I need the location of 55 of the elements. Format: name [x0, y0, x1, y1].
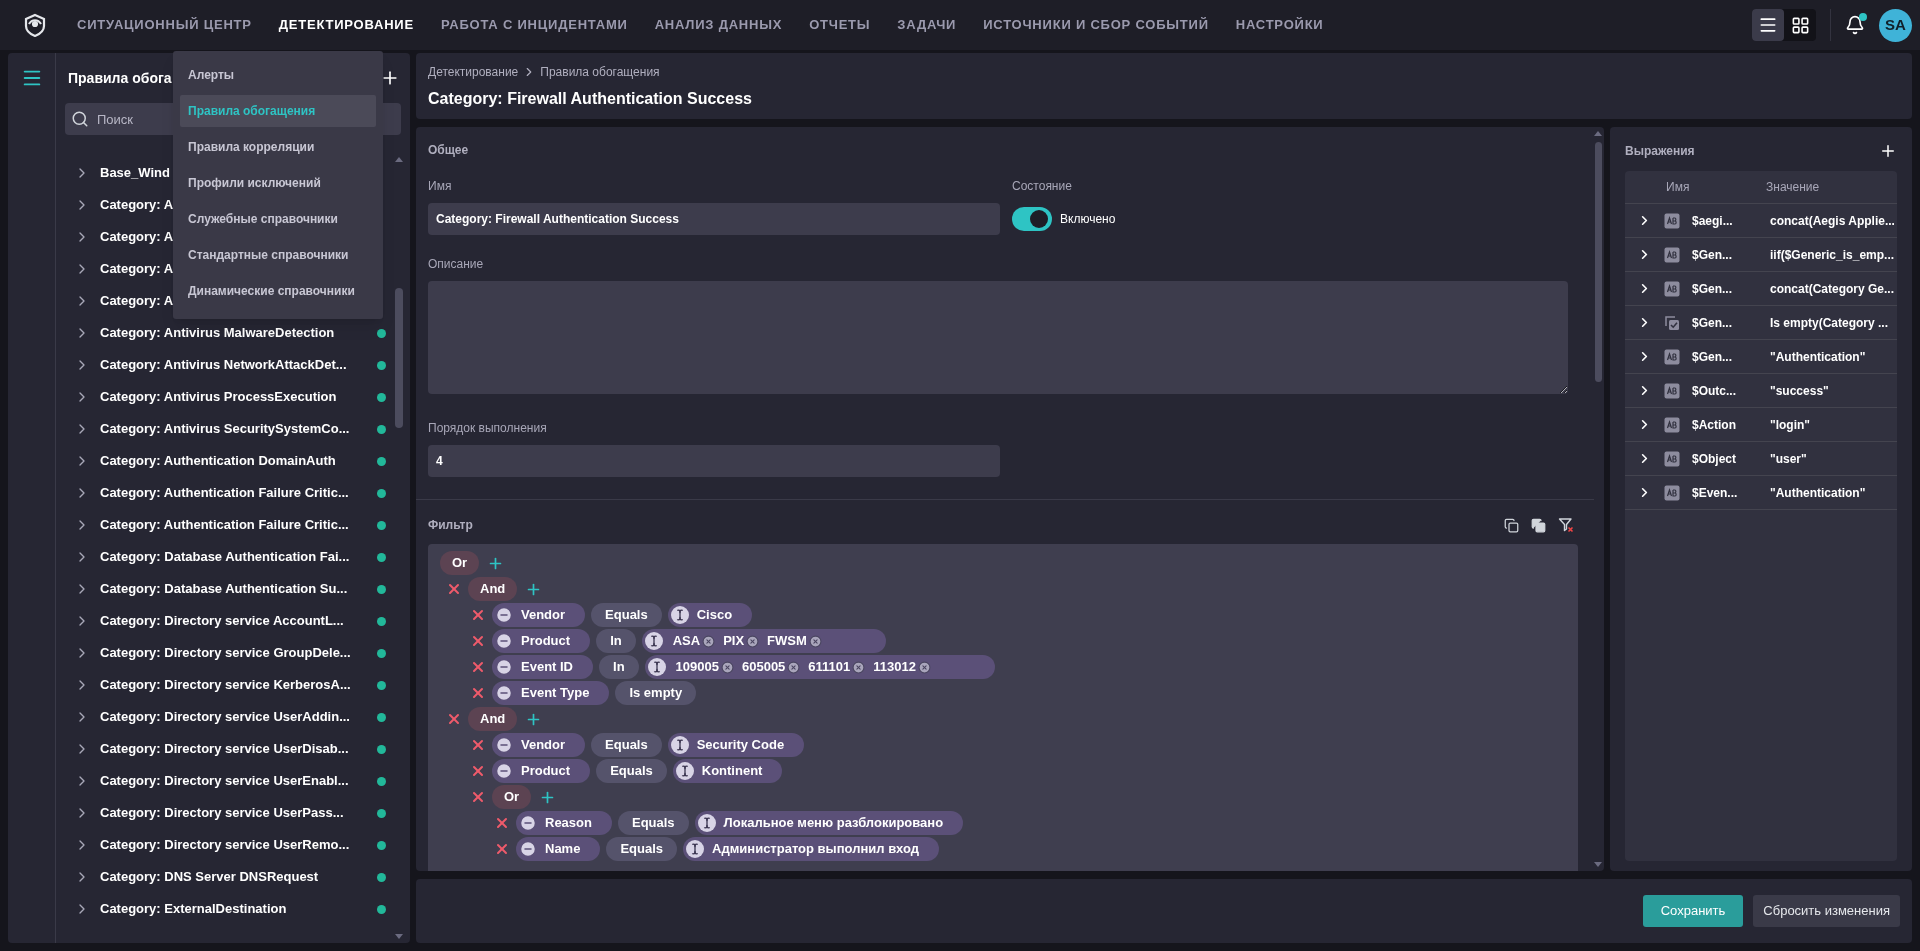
- rule-name: Category: A: [100, 228, 174, 247]
- rule-name: Category: Antivirus ProcessExecution: [100, 388, 337, 407]
- column-header: Значение: [1766, 179, 1820, 196]
- expression-name: $Object: [1692, 450, 1737, 468]
- rule-name: Category: Authentication Failure Critic...: [100, 516, 349, 535]
- sidebar-title: Правила обога: [68, 68, 172, 88]
- expression-name: $Even...: [1692, 484, 1739, 502]
- expression-name: $aegi...: [1692, 212, 1734, 230]
- rule-name: Category: Directory service GroupDele...: [100, 644, 351, 663]
- expression-value: "success": [1770, 382, 1829, 400]
- field-label: Имя: [428, 178, 453, 195]
- expression-value: "Authentication": [1770, 484, 1866, 502]
- rule-name: Category: Directory service UserEnabl...: [100, 772, 349, 791]
- rule-name: Category: Antivirus NetworkAttackDet...: [100, 356, 347, 375]
- rule-name: Category: Authentication Failure Critic...: [100, 484, 349, 503]
- expression-value: concat(Category Ge...: [1770, 280, 1895, 298]
- section-title: Фильтр: [428, 517, 473, 534]
- page-title: Category: Firewall Authentication Success: [428, 89, 753, 109]
- field-label: Состояние: [1012, 178, 1073, 195]
- expression-value: "user": [1770, 450, 1807, 468]
- rule-name: Category: Authentication DomainAuth: [100, 452, 336, 471]
- panel-title: Выражения: [1625, 143, 1695, 160]
- rule-name: Category: Directory service UserAddin...: [100, 708, 350, 727]
- field-label: Порядок выполнения: [428, 420, 548, 437]
- rule-name: Category: Directory service KerberosA...: [100, 676, 351, 695]
- expression-name: $Outc...: [1692, 382, 1737, 400]
- expression-value: Is empty(Category ...: [1770, 314, 1889, 332]
- rule-name: Category: Antivirus MalwareDetection: [100, 324, 335, 343]
- rule-name: Category: DNS Server DNSRequest: [100, 868, 319, 887]
- expression-value: iif($Generic_is_emp...: [1770, 246, 1895, 264]
- rule-name: Category: Directory service UserRemo...: [100, 836, 350, 855]
- expression-value: concat(Aegis Applie...: [1770, 212, 1895, 230]
- rule-name: Category: Directory service UserPass...: [100, 804, 344, 823]
- column-header: Имя: [1666, 179, 1691, 196]
- expression-name: $Gen...: [1692, 314, 1733, 332]
- rule-name: Base_Wind: [100, 164, 170, 183]
- rule-name: Category: Antivirus SecuritySystemCo...: [100, 420, 350, 439]
- rule-name: Category: ExternalDestination: [100, 900, 287, 919]
- rule-name: Category: A: [100, 260, 174, 279]
- expression-value: "Authentication": [1770, 348, 1866, 366]
- expression-name: $Gen...: [1692, 280, 1733, 298]
- rule-name: Category: A: [100, 292, 174, 311]
- rule-name: Category: Directory service UserDisab...: [100, 740, 349, 759]
- rule-name: Category: Database Authentication Su...: [100, 580, 348, 599]
- field-label: Описание: [428, 256, 485, 273]
- rule-name: Category: A: [100, 196, 174, 215]
- expression-name: $Action: [1692, 416, 1737, 434]
- state-label: Включено: [1060, 211, 1116, 228]
- expression-name: $Gen...: [1692, 348, 1733, 366]
- section-title: Общее: [428, 142, 470, 159]
- rule-name: Category: Directory service AccountL...: [100, 612, 344, 631]
- rule-name: Category: Database Authentication Fai...: [100, 548, 350, 567]
- expression-name: $Gen...: [1692, 246, 1733, 264]
- breadcrumb-current: Правила обогащения: [540, 64, 660, 81]
- expression-value: "login": [1770, 416, 1811, 434]
